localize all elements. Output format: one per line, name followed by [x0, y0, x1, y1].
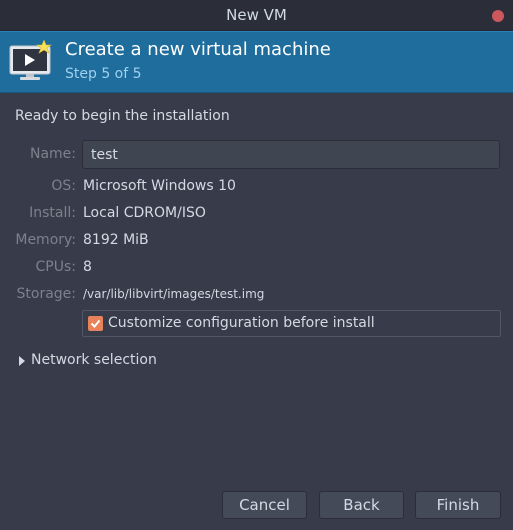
os-value: Microsoft Windows 10 — [83, 178, 236, 194]
title-bar: New VM — [0, 0, 513, 31]
close-button[interactable] — [492, 10, 504, 22]
cpus-label: CPUs: — [35, 259, 76, 275]
install-row: Install: Local CDROM/ISO — [0, 202, 513, 226]
banner-step: Step 5 of 5 — [65, 66, 142, 82]
os-label: OS: — [51, 178, 76, 194]
customize-checkbox[interactable] — [88, 316, 103, 331]
memory-row: Memory: 8192 MiB — [0, 229, 513, 253]
customize-checkbox-row[interactable]: Customize configuration before install — [82, 310, 501, 337]
cpus-row: CPUs: 8 — [0, 256, 513, 280]
network-selection-label: Network selection — [31, 352, 157, 368]
os-row: OS: Microsoft Windows 10 — [0, 175, 513, 199]
storage-value: /var/lib/libvirt/images/test.img — [83, 287, 265, 301]
finish-button[interactable]: Finish — [415, 491, 501, 519]
header-banner: Create a new virtual machine Step 5 of 5 — [0, 31, 513, 93]
install-value: Local CDROM/ISO — [83, 205, 206, 221]
ready-text: Ready to begin the installation — [15, 108, 230, 124]
triangle-right-icon — [19, 356, 25, 366]
banner-heading: Create a new virtual machine — [65, 39, 331, 60]
cancel-button[interactable]: Cancel — [222, 491, 307, 519]
cpus-value: 8 — [83, 259, 92, 275]
install-label: Install: — [29, 205, 76, 221]
customize-checkbox-label: Customize configuration before install — [108, 315, 375, 331]
storage-label: Storage: — [16, 286, 77, 302]
storage-row: Storage: /var/lib/libvirt/images/test.im… — [0, 283, 513, 307]
back-button[interactable]: Back — [319, 491, 404, 519]
name-input[interactable] — [82, 140, 500, 169]
checkmark-icon — [90, 319, 101, 328]
memory-label: Memory: — [15, 232, 76, 248]
monitor-with-star-icon — [8, 39, 56, 84]
name-label: Name: — [29, 146, 76, 162]
memory-value: 8192 MiB — [83, 232, 149, 248]
window-title: New VM — [226, 6, 287, 24]
